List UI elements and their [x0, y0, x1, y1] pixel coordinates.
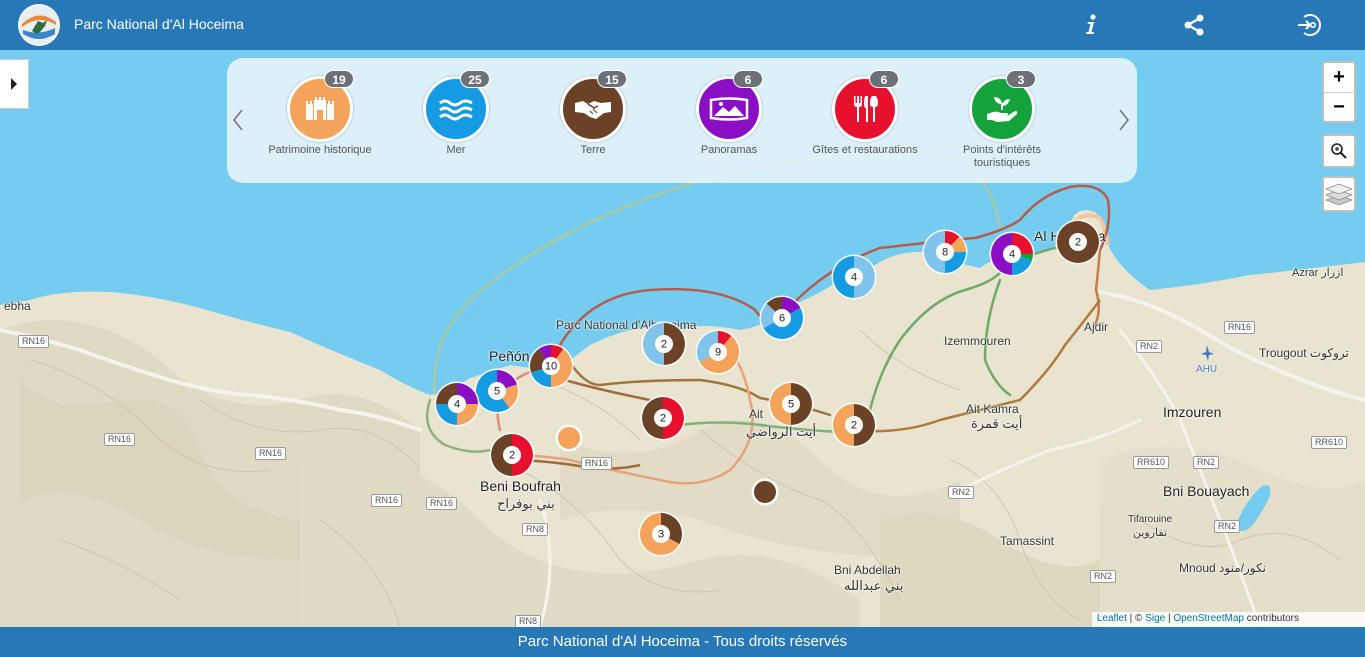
- landscape-icon: [709, 97, 749, 121]
- poi-cluster-marker[interactable]: 2: [641, 321, 687, 367]
- poi-cluster-marker[interactable]: 2: [831, 402, 877, 448]
- poi-cluster-marker[interactable]: 4: [434, 381, 480, 427]
- page-footer: Parc National d'Al Hoceima - Tous droits…: [0, 627, 1365, 657]
- app-title: Parc National d'Al Hoceima: [74, 16, 244, 32]
- cluster-count: 5: [788, 399, 794, 411]
- cutlery-icon: [854, 96, 878, 122]
- share-icon: [1184, 14, 1204, 36]
- carousel-prev-button[interactable]: [231, 108, 247, 132]
- category-icon-circle: 6: [832, 70, 899, 142]
- poi-cluster-marker[interactable]: 2: [1055, 219, 1101, 265]
- app-header: Parc National d'Al Hoceima: [0, 0, 1365, 50]
- park-logo[interactable]: [18, 4, 60, 46]
- category-count-badge: 6: [869, 70, 899, 88]
- poi-cluster-marker[interactable]: 2: [489, 432, 535, 478]
- category-label: Mer: [446, 144, 466, 156]
- cluster-count: 3: [658, 529, 664, 541]
- category-count-badge: 25: [460, 70, 490, 88]
- cluster-count: 2: [661, 339, 667, 351]
- poi-cluster-marker[interactable]: 3: [638, 511, 684, 557]
- poi-cluster-marker[interactable]: 2: [640, 395, 686, 441]
- zoom-out-button[interactable]: −: [1324, 92, 1354, 121]
- plant-hand-icon: [987, 97, 1018, 122]
- category-carousel: 19 Patrimoine historique 25 Mer 15 Terre: [227, 58, 1137, 183]
- category-panoramas[interactable]: 6 Panoramas: [664, 70, 794, 157]
- cluster-count: 10: [545, 361, 557, 373]
- zoom-in-button[interactable]: +: [1324, 63, 1354, 92]
- category-count-badge: 3: [1006, 70, 1036, 88]
- category-icon-circle: 3: [969, 70, 1036, 142]
- poi-cluster-marker[interactable]: 4: [831, 254, 877, 300]
- category-patrimoine-historique[interactable]: 19 Patrimoine historique: [255, 70, 385, 157]
- poi-cluster-marker[interactable]: [555, 424, 583, 452]
- cluster-count: 2: [660, 413, 666, 425]
- login-icon: [1298, 14, 1321, 36]
- handshake-icon: [575, 101, 611, 119]
- category-mer[interactable]: 25 Mer: [391, 70, 521, 157]
- map-attribution: Leaflet | © Sige | OpenStreetMap contrib…: [1091, 612, 1365, 627]
- category-count-badge: 6: [733, 70, 763, 88]
- category-icon-circle: 25: [423, 70, 490, 142]
- waves-icon: [439, 99, 473, 121]
- info-button[interactable]: [1076, 10, 1106, 40]
- poi-cluster-marker[interactable]: 5: [768, 381, 814, 427]
- cluster-count: 4: [454, 399, 460, 411]
- monument-icon: [306, 97, 334, 120]
- cluster-count: 2: [509, 450, 515, 462]
- magnifier-zoom-icon: [1331, 143, 1347, 159]
- cluster-count: 4: [1009, 249, 1015, 261]
- zoom-to-extent-button[interactable]: [1322, 134, 1356, 168]
- poi-cluster-marker[interactable]: 5: [474, 368, 520, 414]
- attribution-suffix: contributors: [1243, 613, 1299, 624]
- category-label: Points d'intérêts touristiques: [963, 144, 1041, 169]
- poi-cluster-marker[interactable]: [751, 478, 779, 506]
- category-gites-restaurations[interactable]: 6 Gîtes et restaurations: [800, 70, 930, 157]
- poi-cluster-marker[interactable]: 9: [695, 329, 741, 375]
- category-label: Panoramas: [700, 144, 758, 156]
- category-count-badge: 15: [597, 70, 627, 88]
- login-button[interactable]: [1293, 10, 1323, 40]
- share-button[interactable]: [1179, 10, 1209, 40]
- category-icon-circle: 6: [696, 70, 763, 142]
- chevron-right-icon: [11, 78, 17, 90]
- cluster-count: 6: [779, 313, 785, 325]
- layers-icon: [1325, 183, 1353, 206]
- chevron-left-icon: [232, 109, 243, 131]
- category-icon-circle: 19: [287, 70, 354, 142]
- poi-cluster-marker[interactable]: 4: [989, 231, 1035, 277]
- cluster-count: 5: [494, 386, 500, 398]
- sidebar-toggle-button[interactable]: [0, 59, 29, 109]
- poi-cluster-marker[interactable]: 8: [922, 229, 968, 275]
- cluster-count: 2: [851, 420, 857, 432]
- category-count-badge: 19: [324, 70, 354, 88]
- category-terre[interactable]: 15 Terre: [528, 70, 658, 157]
- carousel-next-button[interactable]: [1117, 108, 1133, 132]
- layers-button[interactable]: [1322, 176, 1356, 212]
- cluster-count: 8: [942, 247, 948, 259]
- category-label: Terre: [580, 144, 606, 156]
- chevron-right-icon: [1119, 109, 1130, 131]
- category-label: Gîtes et restaurations: [812, 144, 918, 156]
- zoom-control: + −: [1322, 61, 1356, 123]
- category-icon-circle: 15: [560, 70, 627, 142]
- cluster-count: 2: [1075, 237, 1081, 249]
- category-label: Patrimoine historique: [268, 144, 372, 156]
- leaflet-link[interactable]: Leaflet: [1097, 613, 1127, 624]
- attribution-separator: | ©: [1126, 613, 1146, 624]
- cluster-count: 4: [851, 272, 857, 284]
- info-icon: [1086, 14, 1096, 34]
- category-points-interets[interactable]: 3 Points d'intérêts touristiques: [937, 70, 1067, 170]
- sige-link[interactable]: Sige: [1145, 613, 1165, 624]
- cluster-count: 9: [715, 347, 721, 359]
- poi-cluster-marker[interactable]: 10: [528, 343, 574, 389]
- osm-link[interactable]: OpenStreetMap: [1173, 613, 1244, 624]
- poi-cluster-marker[interactable]: 6: [759, 295, 805, 341]
